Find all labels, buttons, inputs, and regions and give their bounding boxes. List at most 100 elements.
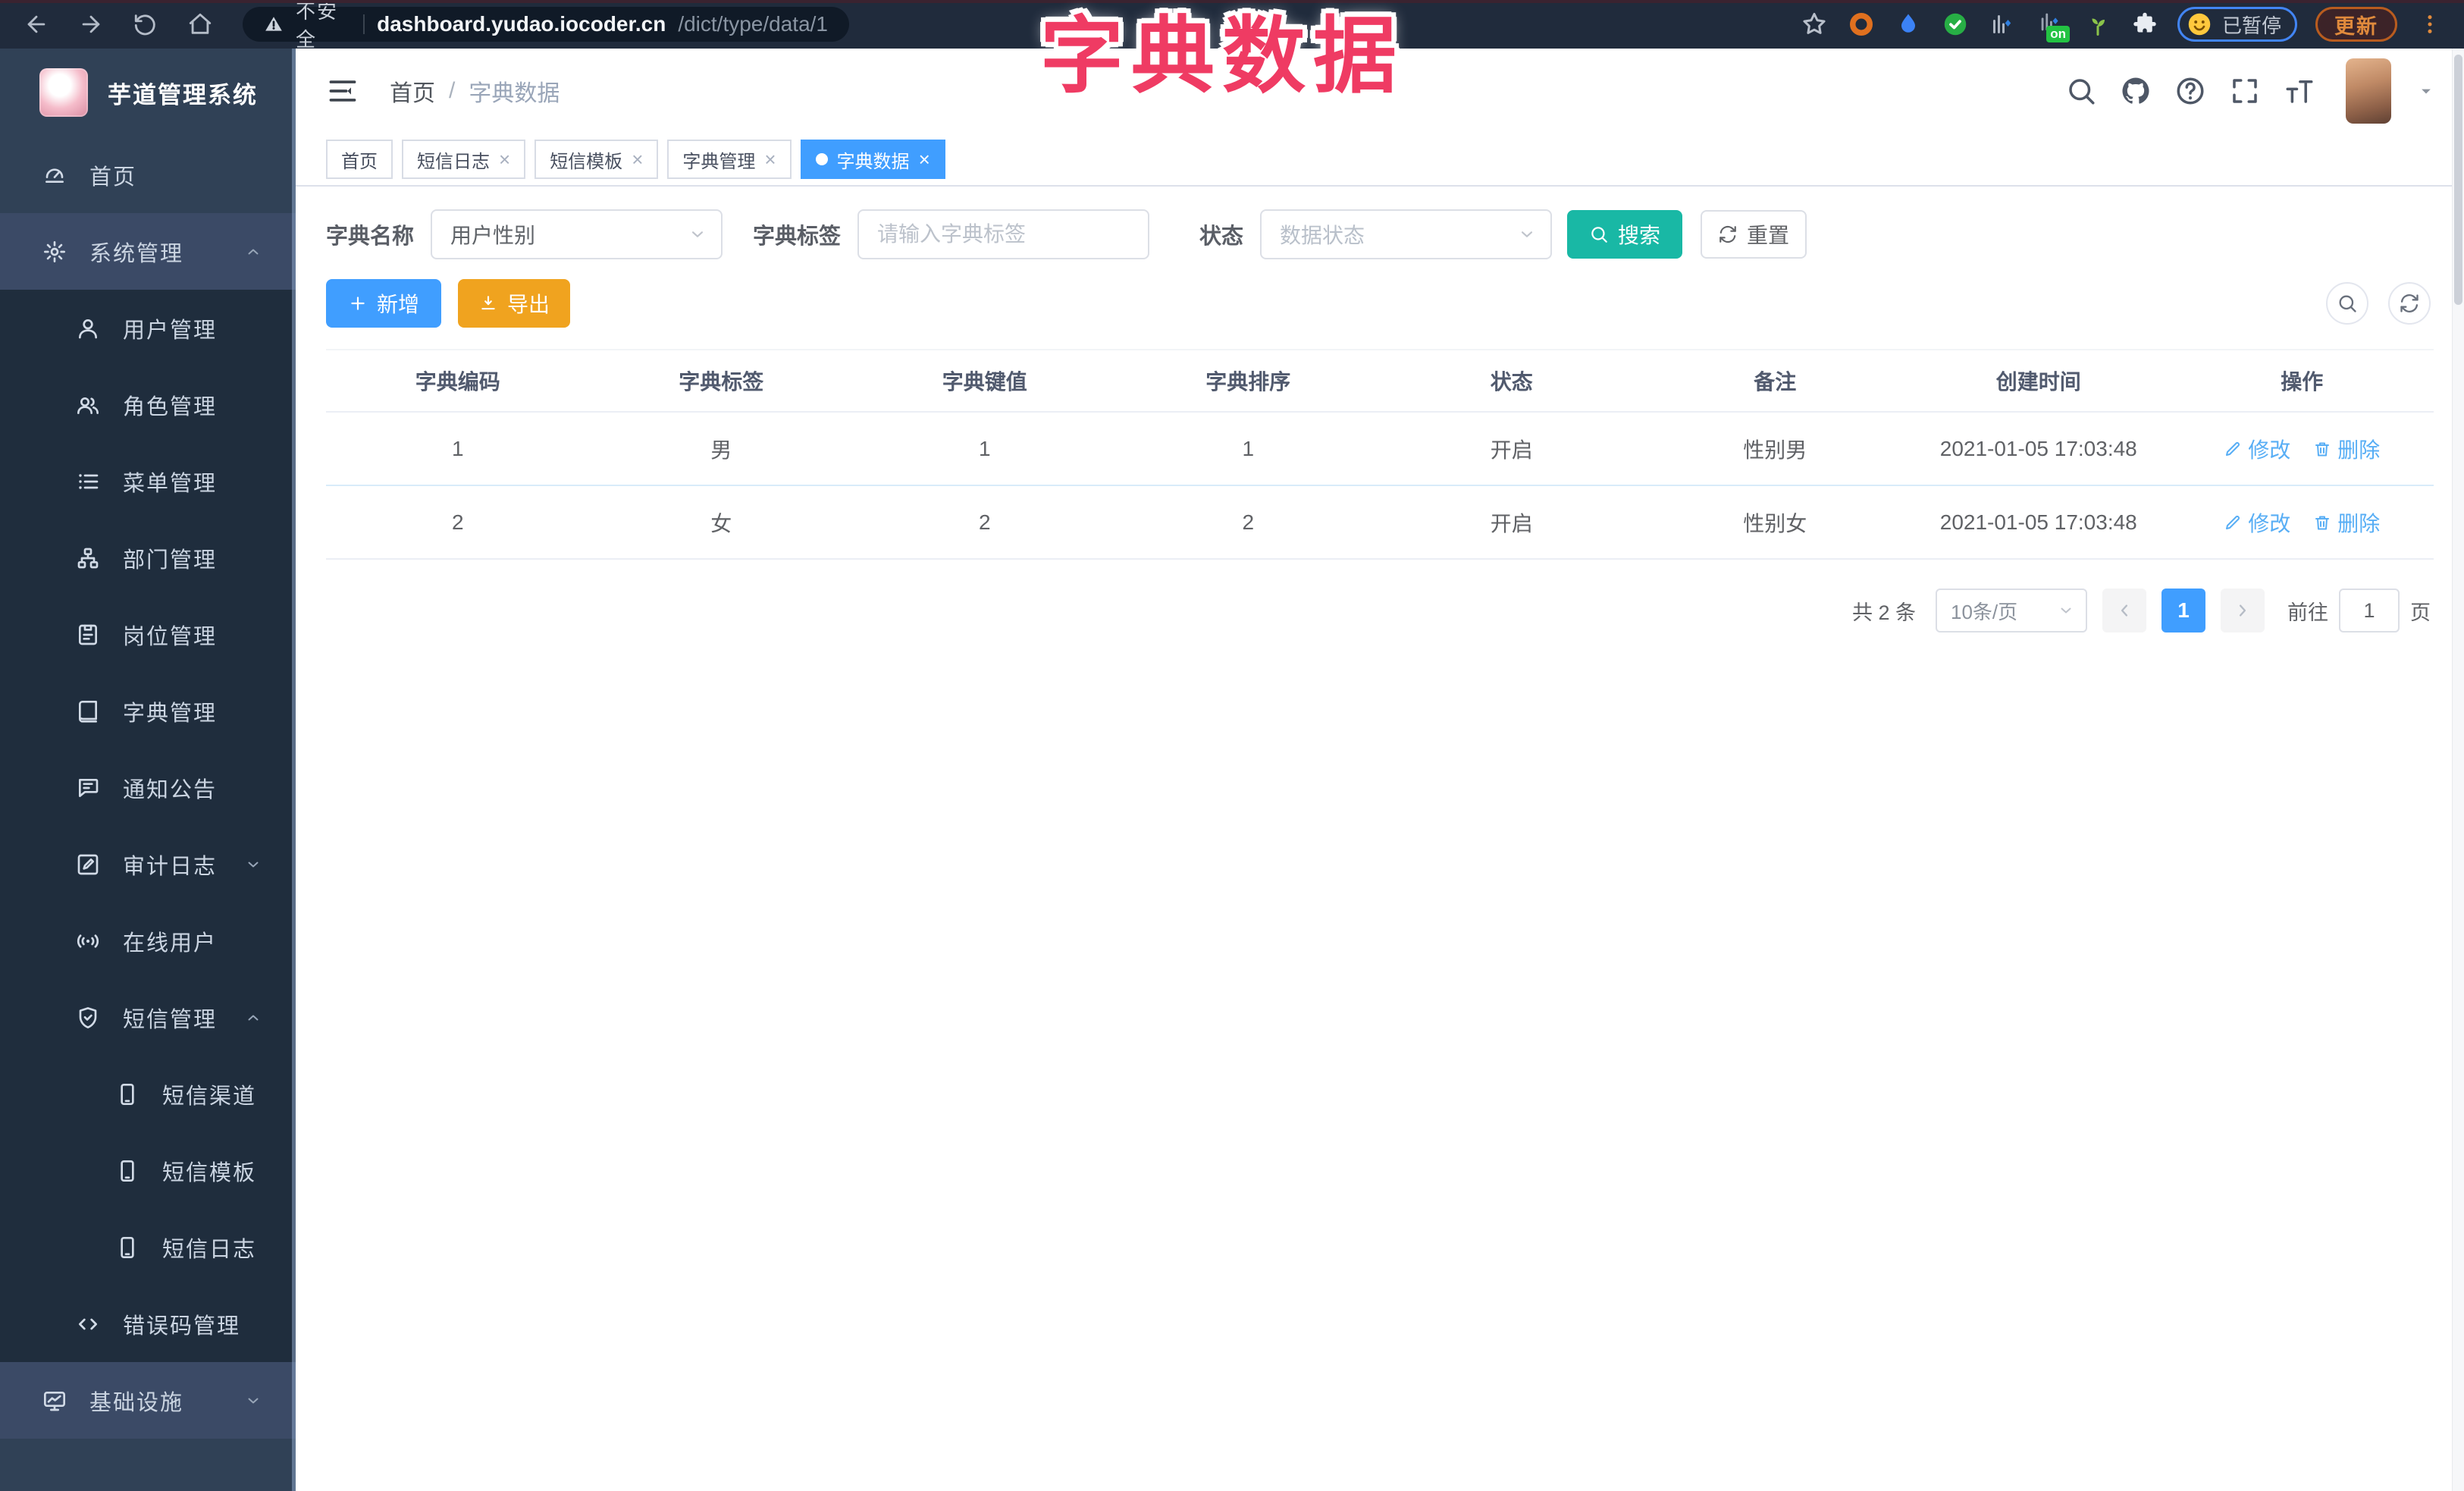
close-icon[interactable]: × bbox=[499, 149, 510, 169]
chevron-up-icon bbox=[244, 1009, 262, 1027]
edit-link[interactable]: 修改 bbox=[2224, 434, 2290, 464]
profile-paused-chip[interactable]: 已暂停 bbox=[2177, 7, 2297, 42]
table-cell: 开启 bbox=[1490, 511, 1533, 535]
edit-label: 修改 bbox=[2248, 511, 2291, 535]
users-icon bbox=[76, 393, 100, 417]
sidebar-item-部门管理[interactable]: 部门管理 bbox=[0, 519, 296, 596]
sidebar-item-label: 短信管理 bbox=[123, 1007, 218, 1032]
arrow-right-icon[interactable] bbox=[77, 11, 105, 38]
check-circle-icon[interactable] bbox=[1941, 10, 1970, 39]
page-size-value: 10条/页 bbox=[1951, 600, 2018, 623]
prev-page-button[interactable] bbox=[2102, 589, 2146, 632]
sidebar-item-角色管理[interactable]: 角色管理 bbox=[0, 366, 296, 443]
sidebar-item-基础设施[interactable]: 基础设施 bbox=[0, 1362, 296, 1439]
column-header: 创建时间 bbox=[1995, 370, 2081, 394]
tab-字典数据[interactable]: 字典数据 × bbox=[800, 140, 945, 179]
tab-首页[interactable]: 首页 bbox=[326, 140, 393, 179]
close-icon[interactable]: × bbox=[632, 149, 643, 169]
sidebar-logo-row[interactable]: 芋道管理系统 bbox=[0, 49, 296, 137]
search-icon[interactable] bbox=[2065, 75, 2097, 107]
close-icon[interactable]: × bbox=[764, 149, 776, 169]
chevron-down-icon bbox=[688, 224, 707, 244]
help-icon[interactable] bbox=[2174, 75, 2206, 107]
puzzle-icon[interactable] bbox=[2130, 10, 2159, 39]
chevron-down-icon bbox=[1517, 224, 1537, 244]
reset-button[interactable]: 重置 bbox=[1701, 210, 1807, 259]
page-scrollbar[interactable] bbox=[2452, 49, 2464, 1491]
next-page-button[interactable] bbox=[2221, 589, 2265, 632]
add-button-label: 新增 bbox=[376, 293, 419, 316]
sidebar-item-系统管理[interactable]: 系统管理 bbox=[0, 213, 296, 290]
on-badge-icon[interactable]: on bbox=[2035, 9, 2070, 42]
sidebar-item-岗位管理[interactable]: 岗位管理 bbox=[0, 596, 296, 673]
sidebar-item-短信模板[interactable]: 短信模板 bbox=[0, 1132, 296, 1209]
online-icon bbox=[76, 929, 100, 953]
pagination-goto: 前往 页 bbox=[2287, 589, 2431, 632]
browser-update-button[interactable]: 更新 bbox=[2315, 7, 2397, 42]
browser-menu-icon[interactable] bbox=[2415, 10, 2444, 39]
status-select[interactable]: 数据状态 bbox=[1260, 209, 1553, 259]
sidebar-item-在线用户[interactable]: 在线用户 bbox=[0, 902, 296, 979]
browser-chrome: 不安全 dashboard.yudao.iocoder.cn/dict/type… bbox=[0, 0, 2464, 51]
add-button[interactable]: 新增 bbox=[326, 279, 441, 328]
bars-icon[interactable] bbox=[1988, 10, 2017, 39]
sprout-icon[interactable] bbox=[2083, 10, 2112, 39]
breadcrumb-home[interactable]: 首页 bbox=[390, 74, 435, 108]
sidebar-item-审计日志[interactable]: 审计日志 bbox=[0, 826, 296, 902]
sidebar-item-错误码管理[interactable]: 错误码管理 bbox=[0, 1285, 296, 1362]
tab-短信日志[interactable]: 短信日志 × bbox=[402, 140, 526, 179]
search-button[interactable]: 搜索 bbox=[1567, 210, 1683, 259]
sidebar-item-菜单管理[interactable]: 菜单管理 bbox=[0, 443, 296, 519]
sidebar-item-label: 部门管理 bbox=[123, 548, 218, 573]
caret-down-icon[interactable] bbox=[2415, 80, 2437, 102]
sidebar-item-短信管理[interactable]: 短信管理 bbox=[0, 979, 296, 1056]
url-bar[interactable]: 不安全 dashboard.yudao.iocoder.cn/dict/type… bbox=[243, 0, 849, 51]
sidebar-item-短信日志[interactable]: 短信日志 bbox=[0, 1209, 296, 1285]
column-header: 字典编码 bbox=[415, 370, 500, 394]
edit-link[interactable]: 修改 bbox=[2224, 507, 2290, 538]
app-logo bbox=[39, 68, 88, 117]
trash-icon bbox=[2313, 513, 2331, 532]
sidebar-item-用户管理[interactable]: 用户管理 bbox=[0, 290, 296, 366]
tab-短信模板[interactable]: 短信模板 × bbox=[534, 140, 659, 179]
donut-icon[interactable] bbox=[1847, 10, 1876, 39]
sidebar-item-短信渠道[interactable]: 短信渠道 bbox=[0, 1056, 296, 1132]
dict-label-input[interactable] bbox=[857, 209, 1150, 259]
delete-label: 删除 bbox=[2337, 511, 2381, 535]
search-icon bbox=[2337, 293, 2358, 314]
screen: 不安全 dashboard.yudao.iocoder.cn/dict/type… bbox=[0, 0, 2464, 1491]
bookmark-star-icon[interactable] bbox=[1800, 10, 1829, 39]
scrollbar-thumb[interactable] bbox=[2454, 55, 2462, 305]
arrow-left-icon[interactable] bbox=[23, 11, 50, 38]
sidebar-item-首页[interactable]: 首页 bbox=[0, 137, 296, 213]
export-button[interactable]: 导出 bbox=[458, 279, 570, 328]
sidebar-item-通知公告[interactable]: 通知公告 bbox=[0, 749, 296, 826]
refresh-icon bbox=[1718, 224, 1738, 244]
pencil-icon bbox=[2224, 513, 2242, 532]
sidebar-collapse-icon[interactable] bbox=[326, 74, 359, 108]
url-host: dashboard.yudao.iocoder.cn bbox=[377, 12, 666, 36]
toggle-search-button[interactable] bbox=[2326, 282, 2368, 325]
close-icon[interactable]: × bbox=[919, 149, 930, 169]
current-page-button[interactable]: 1 bbox=[2161, 589, 2205, 632]
drop-icon[interactable] bbox=[1894, 10, 1923, 39]
font-size-icon[interactable] bbox=[2284, 75, 2315, 107]
delete-link[interactable]: 删除 bbox=[2313, 507, 2380, 538]
refresh-table-button[interactable] bbox=[2388, 282, 2431, 325]
fullscreen-icon[interactable] bbox=[2229, 75, 2261, 107]
page-size-select[interactable]: 10条/页 bbox=[1936, 589, 2087, 632]
book-icon bbox=[76, 699, 100, 724]
sidebar-item-字典管理[interactable]: 字典管理 bbox=[0, 673, 296, 749]
github-icon[interactable] bbox=[2120, 75, 2152, 107]
home-icon[interactable] bbox=[187, 11, 214, 38]
user-avatar[interactable] bbox=[2346, 58, 2391, 124]
goto-page-input[interactable] bbox=[2339, 589, 2400, 632]
reload-icon[interactable] bbox=[132, 11, 159, 38]
goto-suffix: 页 bbox=[2410, 601, 2431, 624]
sidebar-item-label: 用户管理 bbox=[123, 318, 218, 343]
delete-link[interactable]: 删除 bbox=[2313, 434, 2380, 464]
edit-label: 修改 bbox=[2248, 438, 2291, 462]
dict-name-select[interactable]: 用户性别 bbox=[431, 209, 723, 259]
search-button-label: 搜索 bbox=[1618, 224, 1661, 247]
tab-字典管理[interactable]: 字典管理 × bbox=[667, 140, 792, 179]
